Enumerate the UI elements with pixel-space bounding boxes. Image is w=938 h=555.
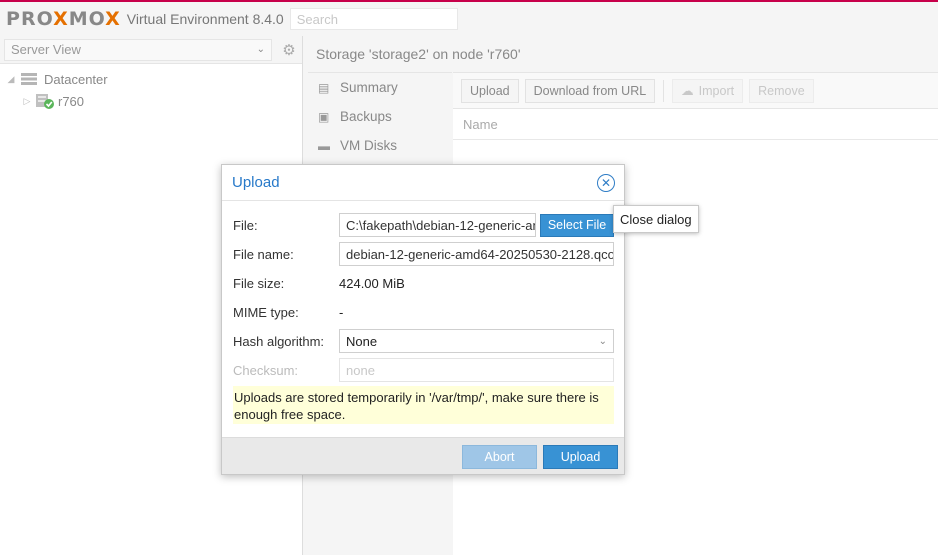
close-icon[interactable]: ✕ bbox=[597, 173, 615, 192]
node-online-icon bbox=[34, 93, 56, 109]
mime-value: - bbox=[339, 304, 344, 320]
import-button-label: Import bbox=[698, 83, 735, 98]
resource-tree: ◢ Datacenter ▷ r760 bbox=[0, 64, 302, 112]
dialog-footer: Abort Upload bbox=[222, 437, 624, 474]
mime-row: MIME type: - bbox=[233, 300, 614, 324]
dialog-title: Upload bbox=[232, 174, 280, 191]
toolbar-separator bbox=[663, 79, 665, 102]
hash-row: Hash algorithm: None ⌄ bbox=[233, 329, 614, 353]
filesize-value: 424.00 MiB bbox=[339, 275, 405, 291]
remove-button[interactable]: Remove bbox=[749, 78, 814, 103]
page-title: Storage 'storage2' on node 'r760' bbox=[308, 36, 938, 72]
cloud-upload-icon: ☁ bbox=[681, 84, 694, 98]
download-url-button[interactable]: Download from URL bbox=[524, 78, 656, 103]
gear-icon[interactable]: ⚙ bbox=[280, 41, 298, 59]
grid-toolbar: Upload Download from URL ☁ Import Remove bbox=[453, 73, 938, 109]
nav-item-label: Summary bbox=[340, 80, 398, 95]
hash-value: None bbox=[346, 333, 378, 349]
logo-text: PROXMOX bbox=[6, 8, 121, 30]
server-view-select[interactable]: Server View ⌄ bbox=[4, 38, 272, 61]
upload-dialog: Upload ✕ File: C:\fakepath\debian-12-gen… bbox=[221, 164, 625, 475]
filesize-label: File size: bbox=[233, 275, 285, 291]
search-input[interactable] bbox=[289, 8, 458, 30]
book-icon: ▤ bbox=[318, 80, 330, 95]
file-label: File: bbox=[233, 217, 258, 233]
checksum-row: Checksum: none bbox=[233, 358, 614, 382]
floppy-icon: ▣ bbox=[318, 109, 330, 124]
checksum-label: Checksum: bbox=[233, 362, 299, 378]
datacenter-icon bbox=[18, 72, 40, 86]
server-view-label: Server View bbox=[11, 42, 81, 57]
hash-algorithm-select[interactable]: None ⌄ bbox=[339, 329, 614, 353]
tree-item-datacenter[interactable]: ◢ Datacenter bbox=[0, 68, 302, 90]
tree-item-node[interactable]: ▷ r760 bbox=[0, 90, 302, 112]
filesize-row: File size: 424.00 MiB bbox=[233, 271, 614, 295]
collapse-icon[interactable]: ◢ bbox=[4, 74, 18, 85]
column-header-name[interactable]: Name bbox=[453, 109, 938, 140]
filename-label: File name: bbox=[233, 246, 294, 262]
import-button[interactable]: ☁ Import bbox=[672, 78, 744, 103]
tree-item-label: r760 bbox=[58, 93, 85, 109]
dialog-upload-button[interactable]: Upload bbox=[543, 445, 618, 469]
proxmox-logo[interactable]: PROXMOX bbox=[6, 8, 121, 30]
checksum-input[interactable]: none bbox=[339, 358, 614, 382]
version-label: Virtual Environment 8.4.0 bbox=[126, 11, 284, 27]
top-header: PROXMOX Virtual Environment 8.4.0 bbox=[0, 0, 938, 36]
nav-item-summary[interactable]: ▤ Summary bbox=[308, 73, 452, 102]
nav-item-vm-disks[interactable]: ▬ VM Disks bbox=[308, 131, 452, 160]
abort-button[interactable]: Abort bbox=[462, 445, 537, 469]
filename-row: File name: debian-12-generic-amd64-20250… bbox=[233, 242, 614, 266]
upload-button[interactable]: Upload bbox=[461, 78, 519, 103]
filename-input[interactable]: debian-12-generic-amd64-20250530-2128.qc… bbox=[339, 242, 614, 266]
nav-item-label: VM Disks bbox=[340, 138, 397, 153]
temp-storage-notice: Uploads are stored temporarily in '/var/… bbox=[233, 386, 614, 424]
hash-label: Hash algorithm: bbox=[233, 333, 325, 349]
dialog-header: Upload ✕ bbox=[222, 165, 624, 201]
expand-icon[interactable]: ▷ bbox=[20, 96, 34, 107]
mime-label: MIME type: bbox=[233, 304, 299, 320]
disk-icon: ▬ bbox=[318, 138, 330, 153]
select-file-button[interactable]: Select File bbox=[540, 213, 614, 237]
close-dialog-tooltip: Close dialog bbox=[613, 205, 699, 233]
tree-item-label: Datacenter bbox=[44, 71, 108, 87]
chevron-down-icon[interactable]: ⌄ bbox=[599, 336, 607, 347]
file-row: File: C:\fakepath\debian-12-generic-amd6… bbox=[233, 213, 614, 237]
nav-item-backups[interactable]: ▣ Backups bbox=[308, 102, 452, 131]
chevron-down-icon: ⌄ bbox=[256, 44, 265, 55]
file-path-field[interactable]: C:\fakepath\debian-12-generic-amd64-2025… bbox=[339, 213, 536, 237]
view-selector-row: Server View ⌄ ⚙ bbox=[0, 36, 302, 64]
nav-item-label: Backups bbox=[340, 109, 392, 124]
